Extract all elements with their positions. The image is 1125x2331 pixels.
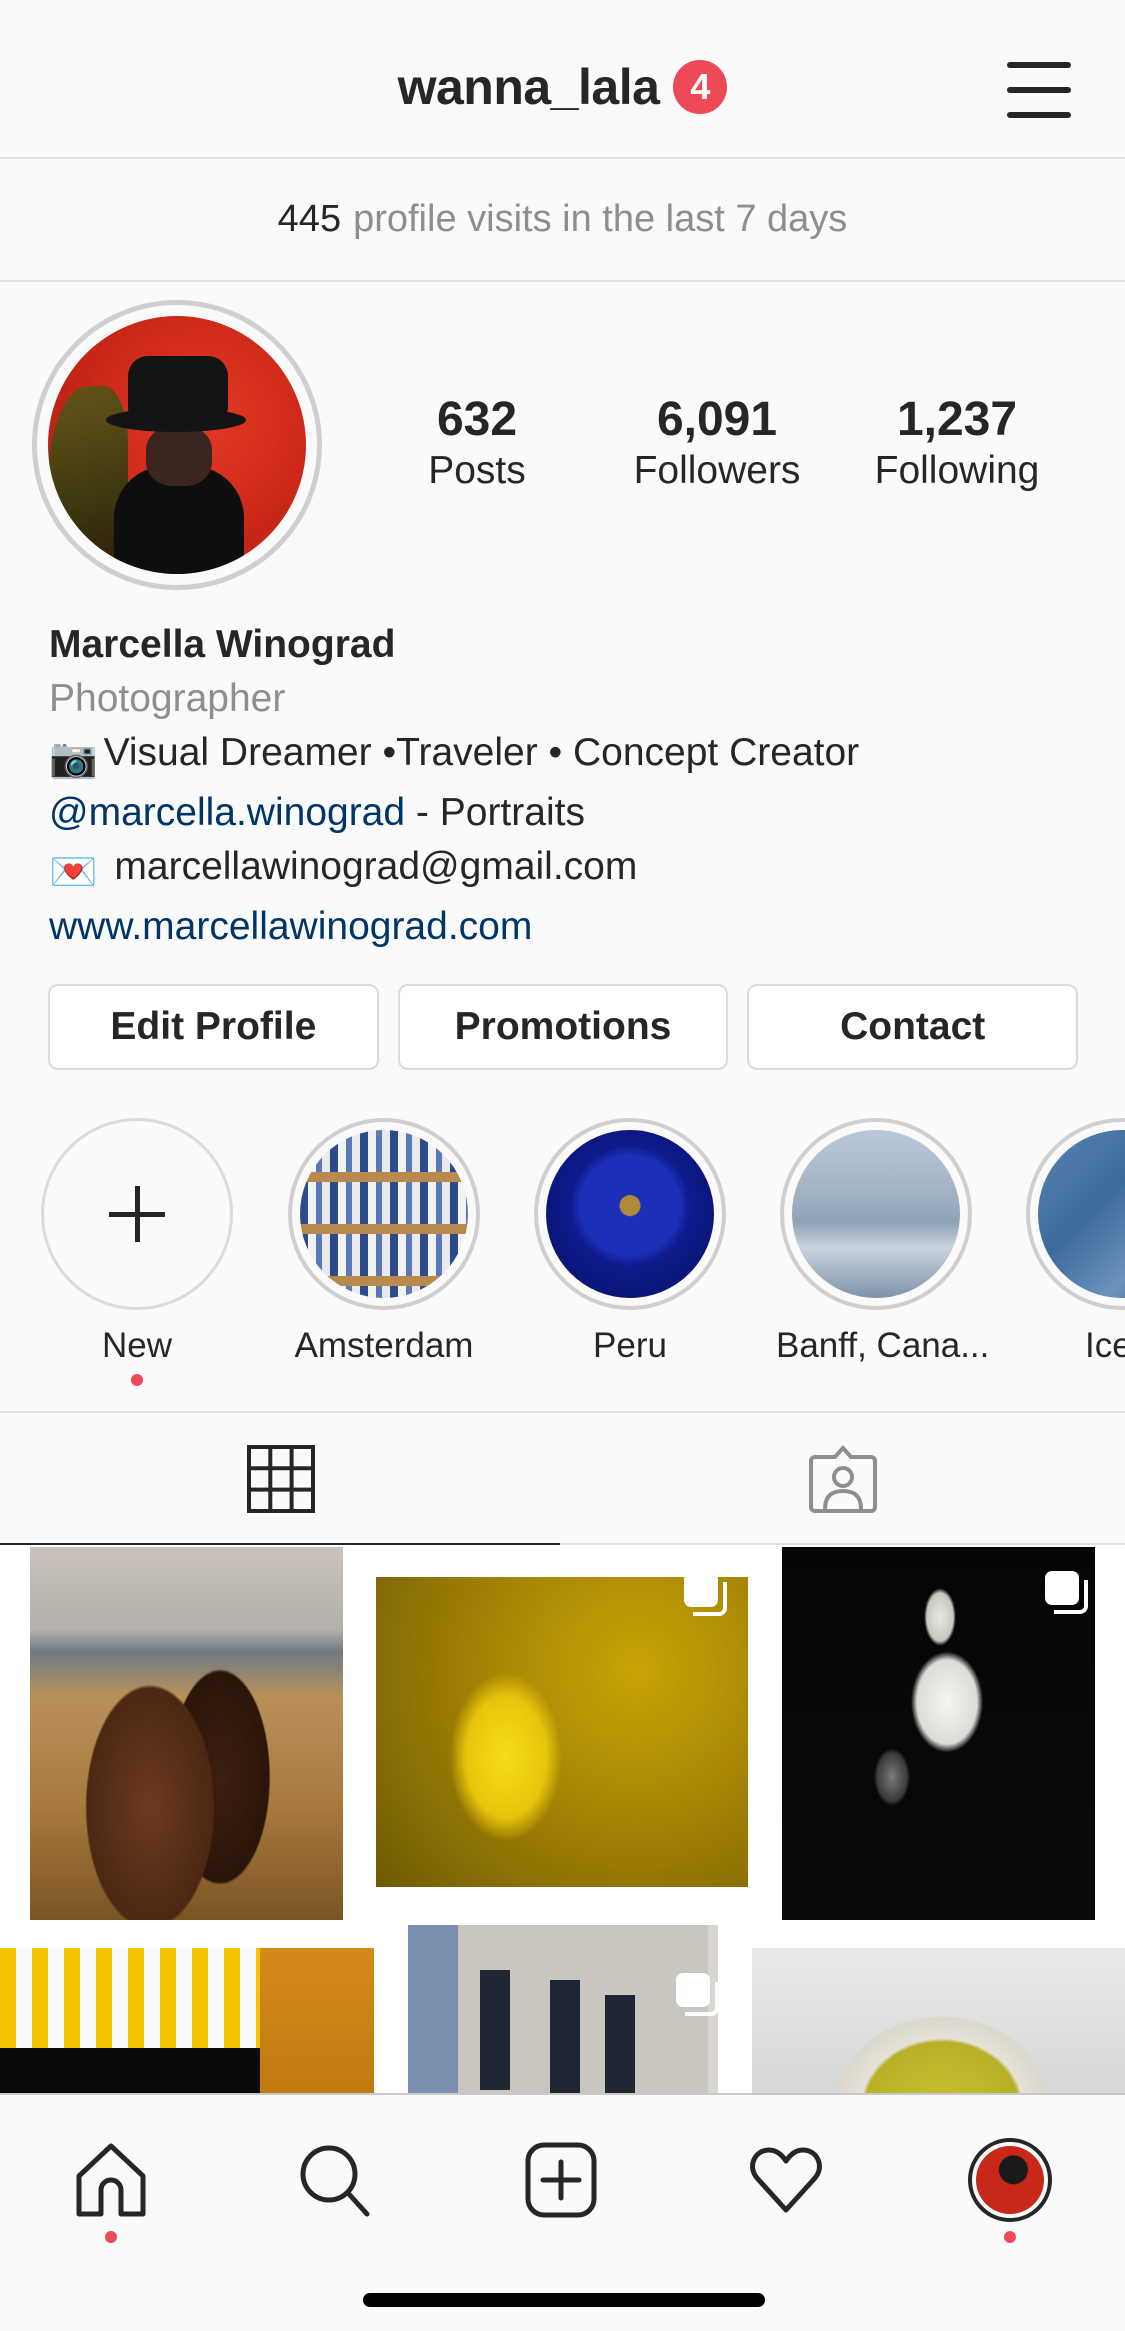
highlight-cover-image xyxy=(300,1130,468,1298)
avatar-hat xyxy=(128,356,228,416)
visits-count: 445 xyxy=(277,198,342,240)
story-highlights[interactable]: New Amsterdam Peru Banff, Cana... Icela xyxy=(0,1118,1125,1398)
visits-text: profile visits in the last 7 days xyxy=(353,198,848,240)
posts-grid xyxy=(0,1545,1125,2093)
multiple-photos-icon xyxy=(1045,1571,1091,1617)
highlight-ring xyxy=(288,1118,480,1310)
profile-name: Marcella Winograd xyxy=(49,623,396,666)
post-thumbnail[interactable] xyxy=(408,1925,718,2093)
highlight-cover-image xyxy=(1038,1130,1125,1298)
profile-notification-dot xyxy=(1004,2231,1016,2243)
highlight-label: Peru xyxy=(593,1326,667,1365)
multiple-photos-icon xyxy=(676,1973,718,2019)
plus-icon xyxy=(109,1186,165,1242)
bio-line-email: 💌 marcellawinograd@gmail.com xyxy=(49,840,1089,900)
carousel-front-square xyxy=(676,1973,710,2007)
notification-badge: 4 xyxy=(673,60,728,114)
post-thumbnail[interactable] xyxy=(376,1577,748,1887)
bio-line-tagline: 📷 Visual Dreamer •Traveler • Concept Crea… xyxy=(49,726,1089,786)
stat-following-value: 1,237 xyxy=(896,393,1018,446)
post-thumbnail[interactable] xyxy=(30,1547,343,1920)
highlight-label: Banff, Cana... xyxy=(776,1326,990,1365)
carousel-front-square xyxy=(1045,1571,1079,1605)
search-icon xyxy=(300,2145,370,2217)
profile-content-tabs xyxy=(0,1411,1125,1547)
username-switcher[interactable]: wanna_lala 4 xyxy=(0,58,1125,116)
stat-following[interactable]: 1,237 Following xyxy=(842,392,1072,494)
grid-icon xyxy=(247,1445,315,1513)
nav-profile[interactable] xyxy=(955,2125,1065,2243)
heart-icon xyxy=(750,2147,822,2213)
nav-new-post[interactable] xyxy=(506,2125,616,2235)
hamburger-menu-icon[interactable] xyxy=(1007,62,1071,118)
tab-tagged[interactable] xyxy=(562,1413,1124,1545)
multiple-photos-icon xyxy=(684,1577,730,1619)
tagged-person-icon xyxy=(809,1444,877,1513)
highlight-label: Amsterdam xyxy=(294,1326,474,1365)
stat-posts-value: 632 xyxy=(436,393,518,446)
add-post-icon xyxy=(525,2142,597,2218)
highlight-cover-image xyxy=(546,1130,714,1298)
post-thumbnail[interactable] xyxy=(752,1948,1125,2093)
highlight-cover-image xyxy=(792,1130,960,1298)
edit-profile-button[interactable]: Edit Profile xyxy=(48,984,379,1070)
bio-mention-link[interactable]: @marcella.winograd xyxy=(49,791,405,834)
profile-bio: Marcella Winograd Photographer 📷 Visual D… xyxy=(49,618,1089,954)
highlight-new[interactable]: New xyxy=(37,1118,237,1386)
highlight-ring xyxy=(780,1118,972,1310)
highlight-ring xyxy=(1026,1118,1125,1310)
post-thumbnail[interactable] xyxy=(782,1547,1095,1920)
menu-line xyxy=(1007,62,1071,68)
username[interactable]: wanna_lala xyxy=(398,58,660,116)
stat-following-label: Following xyxy=(874,449,1040,492)
bio-mention-suffix: - Portraits xyxy=(405,791,585,834)
contact-button[interactable]: Contact xyxy=(747,984,1079,1070)
bio-website-link[interactable]: www.marcellawinograd.com xyxy=(49,900,1089,954)
highlight-label: Icela xyxy=(1085,1326,1125,1365)
tab-grid[interactable] xyxy=(0,1413,562,1547)
bio-tagline: Visual Dreamer •Traveler • Concept Creat… xyxy=(103,731,860,774)
new-indicator-dot xyxy=(131,1374,143,1386)
highlight-peru[interactable]: Peru xyxy=(530,1118,730,1366)
nav-search[interactable] xyxy=(280,2125,390,2235)
top-header: wanna_lala 4 xyxy=(0,0,1125,159)
stat-followers-value: 6,091 xyxy=(656,393,778,446)
nav-home[interactable] xyxy=(56,2125,166,2243)
post-thumbnail[interactable] xyxy=(0,1948,374,2093)
home-icon xyxy=(76,2143,146,2217)
avatar-face xyxy=(146,426,212,486)
menu-line xyxy=(1007,87,1071,93)
profile-action-buttons: Edit Profile Promotions Contact xyxy=(48,984,1079,1070)
nav-activity[interactable] xyxy=(731,2125,841,2235)
highlight-new-circle xyxy=(41,1118,233,1310)
highlight-ring xyxy=(534,1118,726,1310)
nav-avatar-image xyxy=(976,2146,1044,2214)
home-notification-dot xyxy=(105,2231,117,2243)
stat-posts-label: Posts xyxy=(428,449,526,492)
stat-followers[interactable]: 6,091 Followers xyxy=(602,392,832,494)
bio-email: marcellawinograd@gmail.com xyxy=(114,845,638,888)
stat-posts[interactable]: 632 Posts xyxy=(362,392,592,494)
home-indicator-bar[interactable] xyxy=(363,2293,765,2307)
profile-visits-bar[interactable]: 445 profile visits in the last 7 days xyxy=(0,159,1125,282)
carousel-front-square xyxy=(684,1577,718,1607)
profile-category: Photographer xyxy=(49,677,286,720)
highlight-iceland[interactable]: Icela xyxy=(1022,1118,1125,1366)
highlight-amsterdam[interactable]: Amsterdam xyxy=(284,1118,484,1366)
camera-emoji-icon: 📷 xyxy=(49,737,98,780)
profile-avatar-icon xyxy=(968,2138,1052,2222)
bio-line-mention: @marcella.winograd - Portraits xyxy=(49,786,1089,840)
highlight-banff[interactable]: Banff, Cana... xyxy=(776,1118,990,1366)
stat-followers-label: Followers xyxy=(633,449,801,492)
highlight-label: New xyxy=(101,1326,173,1365)
promotions-button[interactable]: Promotions xyxy=(397,984,729,1070)
avatar-image xyxy=(48,316,306,574)
profile-avatar[interactable] xyxy=(32,300,322,590)
menu-line xyxy=(1007,112,1071,118)
love-letter-emoji-icon: 💌 xyxy=(49,851,98,894)
